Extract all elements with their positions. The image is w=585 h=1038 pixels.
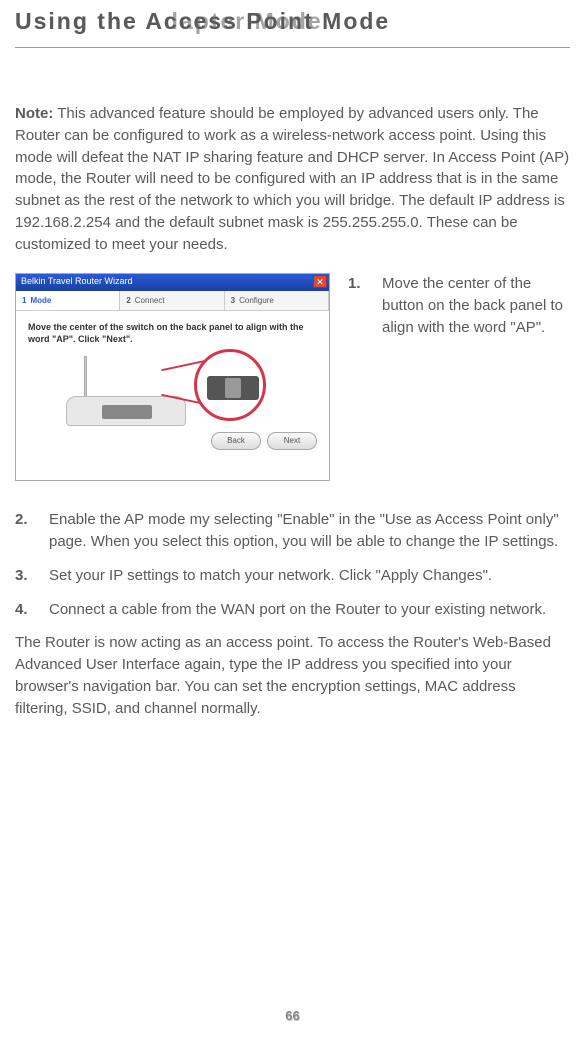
tab-label: Configure (239, 296, 274, 305)
zoom-circle-icon (194, 349, 266, 421)
page-title: Using the Access Point Mode (15, 8, 390, 35)
step-text: Connect a cable from the WAN port on the… (49, 599, 570, 621)
router-ports-icon (102, 405, 152, 419)
step-text: Enable the AP mode my selecting "Enable"… (49, 509, 570, 553)
wizard-tab-mode: 1 Mode (16, 291, 120, 310)
closing-paragraph: The Router is now acting as an access po… (15, 632, 570, 719)
back-button: Back (211, 432, 261, 450)
router-body-icon (66, 396, 186, 426)
wizard-window-title: Belkin Travel Router Wizard (21, 276, 133, 286)
tab-label: Mode (30, 296, 51, 305)
step-number: 3. (15, 565, 49, 587)
close-icon: ✕ (313, 275, 327, 288)
slider-icon (225, 378, 241, 398)
router-illustration (66, 351, 276, 426)
step-4: 4. Connect a cable from the WAN port on … (15, 599, 570, 621)
tab-num: 3 (231, 296, 235, 305)
step-number: 2. (15, 509, 49, 553)
tab-num: 1 (22, 296, 26, 305)
wizard-tab-configure: 3 Configure (225, 291, 329, 310)
page-header: Using the Adapter Mode Using the Access … (15, 0, 570, 48)
step-number: 1. (348, 273, 382, 338)
wizard-body: Move the center of the switch on the bac… (16, 311, 329, 456)
step-text: Set your IP settings to match your netwo… (49, 565, 570, 587)
step-3: 3. Set your IP settings to match your ne… (15, 565, 570, 587)
wizard-titlebar: Belkin Travel Router Wizard ✕ (16, 274, 329, 291)
wizard-tab-connect: 2 Connect (120, 291, 224, 310)
tab-label: Connect (135, 296, 165, 305)
tab-num: 2 (126, 296, 130, 305)
step-1: 1. Move the center of the button on the … (348, 273, 570, 338)
step-number: 4. (15, 599, 49, 621)
router-antenna-icon (84, 356, 87, 398)
wizard-tabs: 1 Mode 2 Connect 3 Configure (16, 291, 329, 311)
wizard-screenshot: Belkin Travel Router Wizard ✕ 1 Mode 2 C… (15, 273, 330, 481)
switch-icon (207, 376, 259, 400)
step-2: 2. Enable the AP mode my selecting "Enab… (15, 509, 570, 553)
step-text: Move the center of the button on the bac… (382, 273, 570, 338)
note-paragraph: Note: This advanced feature should be em… (15, 103, 570, 255)
page-number: 66 66 (0, 1008, 585, 1023)
note-body: This advanced feature should be employed… (15, 105, 569, 253)
wizard-instruction: Move the center of the switch on the bac… (28, 321, 317, 345)
note-label: Note: (15, 105, 53, 122)
next-button: Next (267, 432, 317, 450)
